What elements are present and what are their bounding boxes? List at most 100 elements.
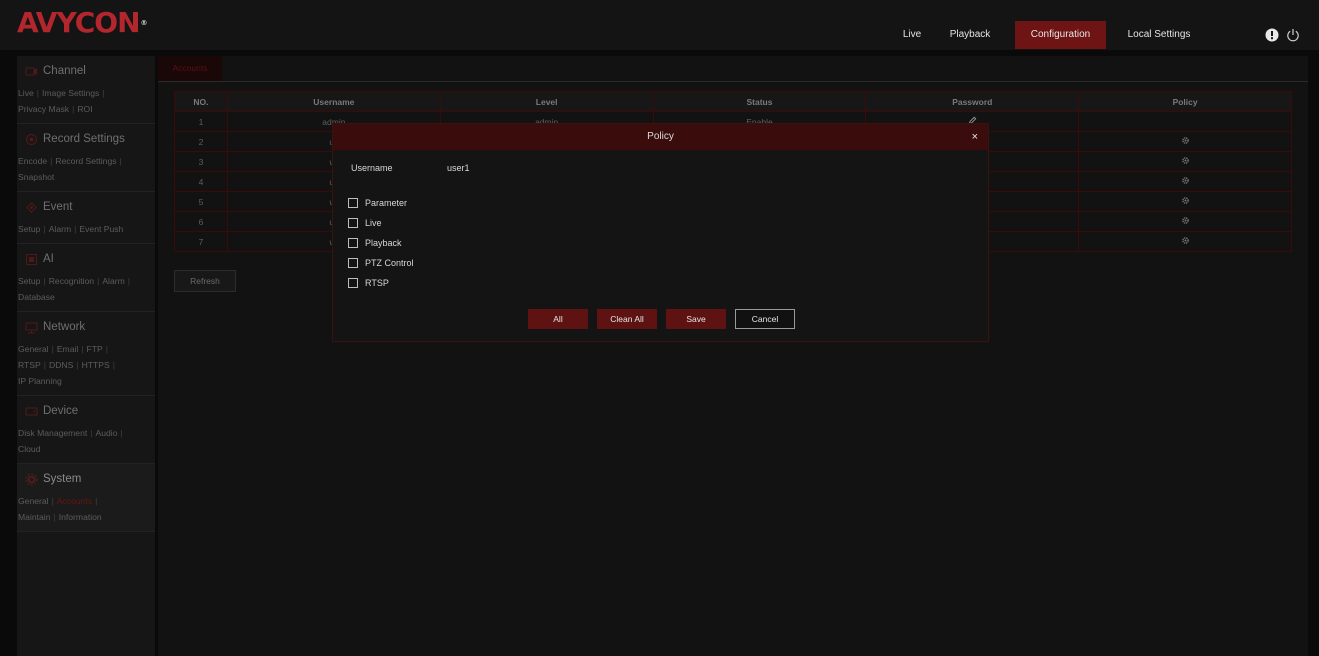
permission-live[interactable]: Live (348, 216, 382, 230)
sidebar-header-device[interactable]: Device (17, 400, 155, 422)
column-header-status: Status (652, 91, 867, 112)
sidebar-link-recognition[interactable]: Recognition (49, 276, 94, 286)
sidebar-link-database[interactable]: Database (18, 292, 55, 302)
sidebar-link-system-general[interactable]: General (18, 496, 49, 506)
permission-ptz-control[interactable]: PTZ Control (348, 256, 414, 270)
sidebar-header-network[interactable]: Network (17, 316, 155, 338)
permission-label: PTZ Control (365, 258, 414, 268)
sidebar-section-record-settings: Record Settings Encode | Record Settings | … (17, 124, 155, 192)
sidebar-link-privacy-mask[interactable]: Privacy Mask (18, 104, 69, 114)
tab-accounts[interactable]: Accounts (158, 56, 222, 81)
gear-icon[interactable] (1181, 136, 1190, 145)
username-label: Username (351, 163, 393, 173)
column-header-username: Username (226, 91, 441, 112)
cell-no: 4 (174, 171, 228, 192)
rtsp-checkbox[interactable] (348, 278, 358, 288)
sidebar-link-ftp[interactable]: FTP (87, 344, 103, 354)
sidebar: Channel Live | Image Settings | Privacy Mas… (17, 56, 155, 656)
save-button[interactable]: Save (666, 309, 726, 329)
column-header-level: Level (439, 91, 654, 112)
device-icon (25, 407, 38, 415)
sidebar-links: Encode | Record Settings | Snapshot (18, 156, 122, 182)
sidebar-link-rtsp[interactable]: RTSP (18, 360, 41, 370)
nav-configuration[interactable]: Configuration (1015, 21, 1106, 49)
permission-playback[interactable]: Playback (348, 236, 402, 250)
nav-playback[interactable]: Playback (940, 21, 1000, 49)
playback-checkbox[interactable] (348, 238, 358, 248)
sidebar-header-record-settings[interactable]: Record Settings (17, 128, 155, 150)
sidebar-section-device: Device Disk Management | Audio | Cloud (17, 396, 155, 464)
permission-label: Live (365, 218, 382, 228)
nav-local-settings[interactable]: Local Settings (1116, 21, 1202, 49)
parameter-checkbox[interactable] (348, 198, 358, 208)
sidebar-link-email[interactable]: Email (57, 344, 79, 354)
sidebar-title: Device (43, 405, 79, 417)
gear-icon[interactable] (1181, 196, 1190, 205)
refresh-button[interactable]: Refresh (174, 270, 236, 292)
cell-policy (1078, 111, 1292, 132)
cell-no: 1 (174, 111, 228, 132)
gear-icon[interactable] (1181, 236, 1190, 245)
live-checkbox[interactable] (348, 218, 358, 228)
table-header-row: NO. Username Level Status Password Polic… (174, 91, 1292, 112)
column-header-password: Password (865, 91, 1080, 112)
permission-rtsp[interactable]: RTSP (348, 276, 389, 290)
sidebar-link-ddns[interactable]: DDNS (49, 360, 73, 370)
nav-live[interactable]: Live (893, 21, 931, 49)
sidebar-link-roi[interactable]: ROI (77, 104, 92, 114)
power-icon[interactable] (1286, 28, 1300, 42)
sidebar-link-maintain[interactable]: Maintain (18, 512, 50, 522)
sidebar-header-event[interactable]: Event (17, 196, 155, 218)
sidebar-links: Live | Image Settings | Privacy Mask | ROI (18, 88, 105, 114)
sidebar-link-cloud[interactable]: Cloud (18, 444, 40, 454)
permission-label: Parameter (365, 198, 408, 208)
clean-all-button[interactable]: Clean All (597, 309, 657, 329)
sidebar-link-encode[interactable]: Encode (18, 156, 47, 166)
cell-policy (1078, 211, 1292, 232)
gear-icon[interactable] (1181, 216, 1190, 225)
sidebar-section-event: Event Setup | Alarm | Event Push (17, 192, 155, 244)
cancel-button[interactable]: Cancel (735, 309, 795, 329)
sidebar-link-audio[interactable]: Audio (96, 428, 118, 438)
brand-logo: AVYCON® (17, 6, 148, 39)
sidebar-link-accounts[interactable]: Accounts (57, 496, 92, 506)
policy-dialog: Policy × Username user1 Parameter Live P… (332, 123, 989, 342)
cell-no: 2 (174, 131, 228, 152)
gear-icon[interactable] (1181, 156, 1190, 165)
close-icon[interactable]: × (972, 124, 978, 150)
permission-label: Playback (365, 238, 402, 248)
sidebar-link-live[interactable]: Live (18, 88, 34, 98)
sidebar-link-setup[interactable]: Setup (18, 224, 40, 234)
sidebar-link-information[interactable]: Information (59, 512, 102, 522)
logo-text: AVYCON (17, 6, 141, 39)
tab-divider (158, 81, 1308, 82)
sidebar-header-system[interactable]: System (17, 468, 155, 490)
sidebar-section-ai: AI Setup | Recognition | Alarm | Database (17, 244, 155, 312)
sidebar-link-ai-setup[interactable]: Setup (18, 276, 40, 286)
sidebar-link-image-settings[interactable]: Image Settings (42, 88, 99, 98)
info-icon[interactable] (1265, 28, 1279, 42)
cell-policy (1078, 231, 1292, 252)
sidebar-links: General | Accounts | Maintain | Information (18, 496, 102, 522)
permission-parameter[interactable]: Parameter (348, 196, 407, 210)
top-bar: AVYCON® Live Playback Configuration Loca… (0, 0, 1319, 50)
sidebar-link-https[interactable]: HTTPS (82, 360, 110, 370)
sidebar-header-ai[interactable]: AI (17, 248, 155, 270)
sidebar-link-disk-management[interactable]: Disk Management (18, 428, 87, 438)
sidebar-link-network-general[interactable]: General (18, 344, 49, 354)
cell-no: 6 (174, 211, 228, 232)
gear-icon[interactable] (1181, 176, 1190, 185)
sidebar-link-alarm[interactable]: Alarm (49, 224, 71, 234)
sidebar-link-snapshot[interactable]: Snapshot (18, 172, 54, 182)
ptz-control-checkbox[interactable] (348, 258, 358, 268)
sidebar-links: Setup | Alarm | Event Push (18, 224, 124, 234)
sidebar-link-ip-planning[interactable]: IP Planning (18, 376, 62, 386)
all-button[interactable]: All (528, 309, 588, 329)
sidebar-link-event-push[interactable]: Event Push (79, 224, 123, 234)
system-icon (25, 473, 38, 485)
cell-no: 3 (174, 151, 228, 172)
sidebar-header-channel[interactable]: Channel (17, 60, 155, 82)
cell-policy (1078, 191, 1292, 212)
sidebar-link-ai-alarm[interactable]: Alarm (102, 276, 124, 286)
sidebar-link-record-settings[interactable]: Record Settings (55, 156, 116, 166)
